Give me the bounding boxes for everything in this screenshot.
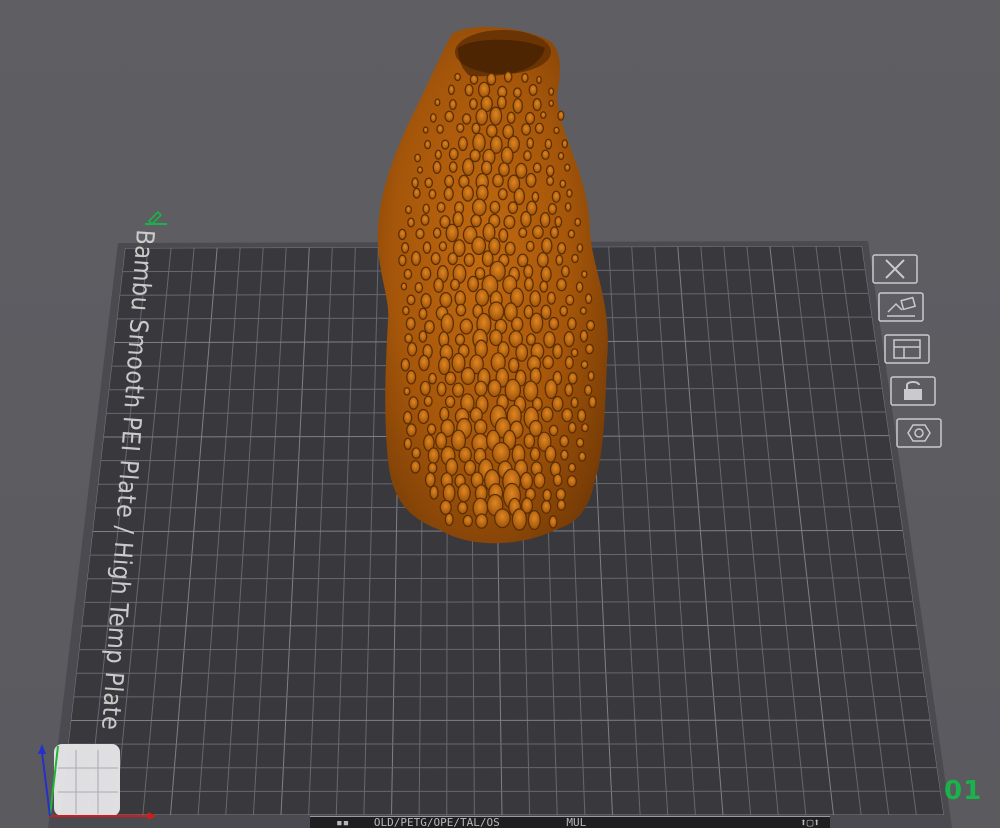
build-plate-scene[interactable] [0, 0, 1000, 828]
status-mode: MUL [566, 816, 587, 828]
vase-model [377, 26, 608, 544]
layout-icon[interactable] [884, 334, 930, 364]
status-nav-icons[interactable]: ⬆▢⬆ [800, 817, 820, 828]
plate-toolbar [868, 250, 958, 460]
3d-viewport[interactable]: Bambu Smooth PEI Plate / High Temp Plate [0, 0, 1000, 828]
status-icons[interactable]: ▪▪ [336, 817, 349, 828]
edit-pencil-icon[interactable] [142, 206, 170, 228]
axis-gizmo [38, 744, 156, 820]
status-path: OLD/PETG/OPE/TAL/OS [373, 816, 500, 828]
lock-icon[interactable] [890, 376, 936, 406]
status-bar: ▪▪ OLD/PETG/OPE/TAL/OS MUL ⬆▢⬆ [310, 816, 830, 828]
arrange-icon[interactable] [878, 292, 924, 322]
settings-hex-icon[interactable] [896, 418, 942, 448]
plate-number[interactable]: 01 [944, 776, 982, 806]
close-icon[interactable] [872, 254, 918, 284]
